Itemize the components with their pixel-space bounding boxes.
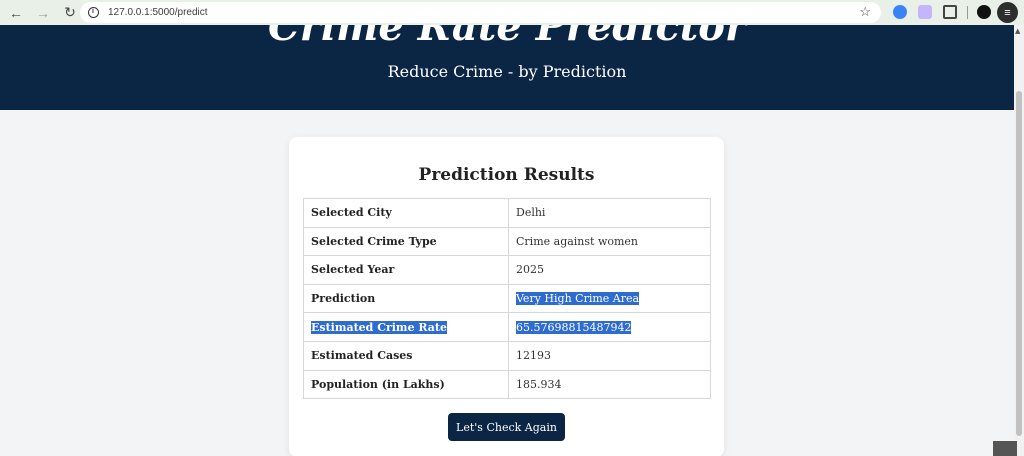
selected-text: Very High Crime Area [516,292,640,306]
row-value: 185.934 [508,369,711,400]
table-row: Estimated Cases 12193 [303,340,711,371]
site-title: Crime Rate Predictor [267,25,747,50]
site-header: Crime Rate Predictor Reduce Crime - by P… [0,25,1014,110]
corner-thumbnail [993,441,1017,456]
results-table: Selected City Delhi Selected Crime Type … [303,198,711,400]
row-label: Selected Crime Type [303,226,509,257]
row-value: Very High Crime Area [508,283,711,314]
bookmark-star-icon[interactable]: ☆ [859,4,871,20]
row-value: 12193 [508,340,711,371]
site-tagline: Reduce Crime - by Prediction [387,62,627,81]
address-bar[interactable]: i 127.0.0.1:5000/predict ☆ [80,2,881,23]
reload-icon[interactable]: ↻ [59,2,81,24]
check-again-button[interactable]: Let's Check Again [448,413,565,441]
selected-text: Estimated Crime Rate [311,320,448,334]
profile-avatar-icon[interactable] [977,5,991,19]
row-label: Estimated Cases [303,340,509,371]
table-row: Selected Year 2025 [303,255,711,285]
browser-menu-icon[interactable]: ≡ [997,2,1018,23]
url-text[interactable]: 127.0.0.1:5000/predict [108,7,208,18]
table-row: Estimated Crime Rate 65.57698815487942 [303,312,711,342]
page-scrollbar[interactable]: ▲ [1014,25,1024,456]
browser-toolbar: ← → ↻ i 127.0.0.1:5000/predict ☆ ≡ [0,0,1024,25]
table-row: Selected City Delhi [303,198,711,228]
row-label: Population (in Lakhs) [303,369,509,400]
row-label: Estimated Crime Rate [303,312,509,342]
row-value: Delhi [508,198,711,228]
scroll-up-arrow-icon[interactable]: ▲ [1015,27,1020,35]
toolbar-divider [967,6,968,19]
results-card: Prediction Results Selected City Delhi S… [289,137,724,456]
selected-text: 65.57698815487942 [516,320,632,334]
row-value: 2025 [508,255,711,285]
table-row: Prediction Very High Crime Area [303,283,711,314]
row-value: 65.57698815487942 [508,312,711,342]
site-info-icon[interactable]: i [84,4,102,22]
forward-icon[interactable]: → [32,2,54,24]
row-value: Crime against women [508,226,711,257]
results-heading: Prediction Results [418,165,595,185]
extension-icon[interactable] [918,5,932,19]
scrollbar-thumb[interactable] [1016,91,1022,436]
table-row: Selected Crime Type Crime against women [303,226,711,257]
table-row: Population (in Lakhs) 185.934 [303,369,711,400]
row-label: Selected Year [303,255,509,285]
extensions-puzzle-icon[interactable] [943,5,957,19]
back-icon[interactable]: ← [5,2,27,24]
extension-icon[interactable] [893,5,907,19]
row-label: Prediction [303,283,509,314]
row-label: Selected City [303,198,509,228]
page-content: Crime Rate Predictor Reduce Crime - by P… [0,25,1014,456]
